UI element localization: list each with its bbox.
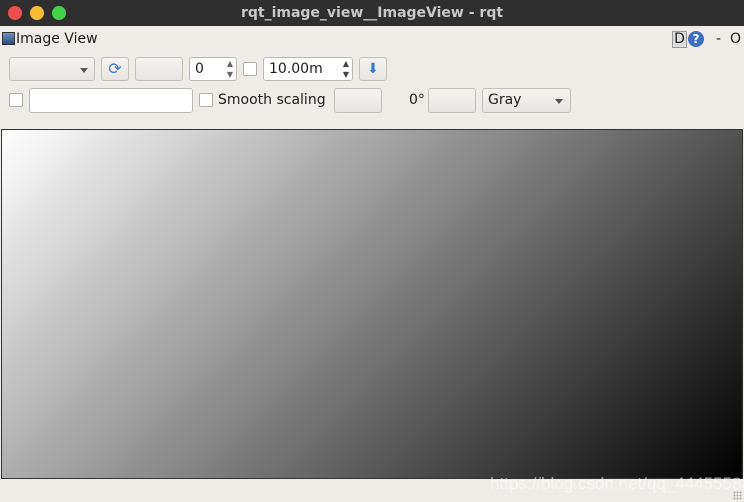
close-window-button[interactable] (8, 6, 22, 20)
help-icon[interactable]: ? (688, 31, 704, 47)
refresh-icon: ⟳ (108, 59, 122, 78)
timeout-checkbox[interactable] (243, 62, 257, 76)
spin-arrows-icon[interactable]: ▲ ▼ (343, 58, 349, 80)
image-view-icon (2, 32, 15, 45)
minimize-window-button[interactable] (30, 6, 44, 20)
spin-arrows-icon[interactable]: ▲ ▼ (227, 58, 233, 80)
minimize-plugin-button[interactable]: - (716, 31, 721, 47)
blank-button[interactable] (135, 57, 183, 81)
refresh-button[interactable]: ⟳ (101, 57, 129, 81)
chevron-down-icon (555, 99, 563, 104)
save-icon: ⬇ (367, 61, 379, 77)
image-display[interactable] (1, 129, 743, 479)
smooth-scaling-label: Smooth scaling (218, 92, 326, 108)
rotation-label: 0° (409, 92, 425, 108)
dock-button[interactable]: D (672, 31, 687, 48)
colormap-dropdown[interactable]: Gray (482, 88, 571, 113)
close-plugin-button[interactable]: O (730, 31, 741, 47)
smooth-scaling-checkbox[interactable] (199, 93, 213, 107)
resize-grip[interactable] (733, 491, 742, 500)
rotate-button[interactable] (334, 88, 382, 113)
window-title: rqt_image_view__ImageView - rqt (240, 5, 504, 21)
watermark: https://blog.csdn.net/qq_44455588 (490, 474, 744, 493)
text-input[interactable] (29, 88, 193, 113)
title-bar: rqt_image_view__ImageView - rqt (0, 0, 744, 26)
rotate-right-button[interactable] (428, 88, 476, 113)
plugin-title: Image View (16, 31, 98, 47)
timeout-spinbox[interactable]: 10.00m ▲ ▼ (263, 57, 353, 81)
maximize-window-button[interactable] (52, 6, 66, 20)
topic-dropdown[interactable] (9, 57, 95, 81)
save-image-button[interactable]: ⬇ (359, 57, 387, 81)
enable-checkbox[interactable] (9, 93, 23, 107)
chevron-down-icon (80, 68, 88, 73)
number-spinbox[interactable]: 0 ▲ ▼ (189, 57, 237, 81)
